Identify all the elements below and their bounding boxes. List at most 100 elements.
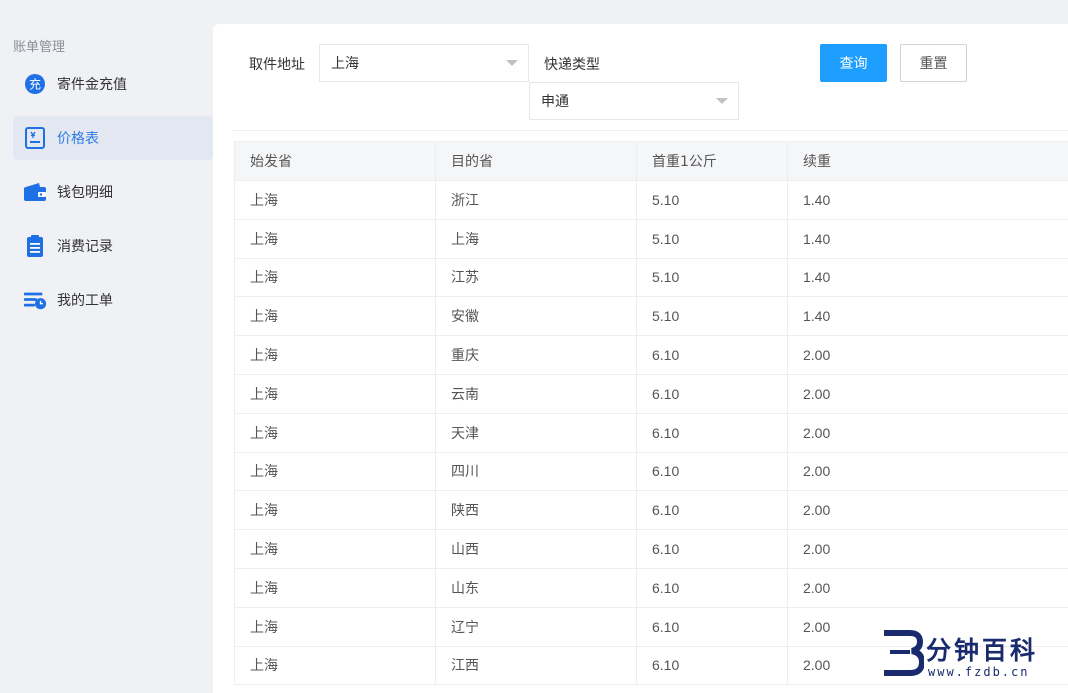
cell-additional-weight: 1.40 <box>787 180 1068 220</box>
sidebar-group-title: 账单管理 <box>13 40 66 55</box>
cell-first-weight: 6.10 <box>636 335 788 375</box>
work-order-icon <box>23 288 47 312</box>
table-header-row: 始发省 目的省 首重1公斤 续重 <box>234 141 1068 181</box>
cell-additional-weight: 2.00 <box>787 490 1068 531</box>
cell-destination: 浙江 <box>435 180 637 220</box>
sidebar-item-label: 钱包明细 <box>57 185 113 201</box>
pickup-address-label: 取件地址 <box>249 57 305 73</box>
pickup-address-value: 上海 <box>331 56 359 72</box>
cell-destination: 辽宁 <box>435 606 637 647</box>
express-type-label: 快递类型 <box>544 57 600 73</box>
sidebar-item-label: 寄件金充值 <box>57 77 127 93</box>
reset-button[interactable]: 重置 <box>900 44 967 82</box>
wallet-icon <box>23 180 47 204</box>
cell-first-weight: 6.10 <box>636 529 788 569</box>
main-panel: 取件地址 上海 快递类型 申通 查询 重置 始发省 目的省 首重1公斤 续重 上… <box>213 24 1068 693</box>
svg-text:充: 充 <box>29 77 41 92</box>
cell-additional-weight: 1.40 <box>787 257 1068 298</box>
cell-origin: 上海 <box>234 451 436 492</box>
watermark-logo-icon <box>880 629 926 681</box>
price-table: 始发省 目的省 首重1公斤 续重 上海 浙江 5.10 1.40 上海 上海 5.10 1.… <box>234 141 1068 686</box>
cell-destination: 陕西 <box>435 490 637 531</box>
watermark-url: www.fzdb.cn <box>928 665 1030 679</box>
table-row: 上海 四川 6.10 2.00 <box>234 451 1068 492</box>
cell-destination: 山东 <box>435 567 637 608</box>
cell-additional-weight: 2.00 <box>787 412 1068 453</box>
cell-additional-weight: 2.00 <box>787 529 1068 569</box>
cell-origin: 上海 <box>234 335 436 375</box>
cell-first-weight: 6.10 <box>636 490 788 531</box>
cell-first-weight: 6.10 <box>636 567 788 608</box>
cell-first-weight: 6.10 <box>636 606 788 647</box>
sidebar-item-label: 价格表 <box>57 131 99 147</box>
record-icon <box>23 234 47 258</box>
cell-origin: 上海 <box>234 180 436 220</box>
table-row: 上海 陕西 6.10 2.00 <box>234 490 1068 531</box>
sidebar-item-label: 我的工单 <box>57 293 113 309</box>
cell-origin: 上海 <box>234 257 436 298</box>
divider <box>233 130 1068 131</box>
cell-first-weight: 5.10 <box>636 257 788 298</box>
cell-destination: 云南 <box>435 373 637 414</box>
cell-additional-weight: 2.00 <box>787 451 1068 492</box>
table-row: 上海 江苏 5.10 1.40 <box>234 257 1068 298</box>
watermark: 分钟百科 www.fzdb.cn <box>868 623 1068 693</box>
pickup-address-select[interactable]: 上海 <box>319 44 529 82</box>
column-header-destination: 目的省 <box>435 141 637 181</box>
express-type-select[interactable]: 申通 <box>529 82 739 120</box>
cell-additional-weight: 2.00 <box>787 335 1068 375</box>
column-header-additional-weight: 续重 <box>787 141 1068 181</box>
cell-first-weight: 6.10 <box>636 373 788 414</box>
cell-destination: 江苏 <box>435 257 637 298</box>
table-row: 上海 安徽 5.10 1.40 <box>234 296 1068 337</box>
chevron-down-icon <box>716 98 728 104</box>
table-row: 上海 云南 6.10 2.00 <box>234 373 1068 414</box>
cell-first-weight: 5.10 <box>636 296 788 337</box>
cell-first-weight: 6.10 <box>636 412 788 453</box>
table-row: 上海 浙江 5.10 1.40 <box>234 180 1068 220</box>
cell-additional-weight: 2.00 <box>787 373 1068 414</box>
cell-destination: 山西 <box>435 529 637 569</box>
sidebar-item-records[interactable]: 消费记录 <box>13 224 213 268</box>
cell-destination: 安徽 <box>435 296 637 337</box>
sidebar-item-recharge[interactable]: 充 寄件金充值 <box>13 62 213 106</box>
cell-destination: 天津 <box>435 412 637 453</box>
cell-origin: 上海 <box>234 567 436 608</box>
cell-additional-weight: 2.00 <box>787 567 1068 608</box>
cell-destination: 上海 <box>435 218 637 259</box>
cell-additional-weight: 1.40 <box>787 218 1068 259</box>
sidebar-item-price-list[interactable]: 价格表 <box>13 116 213 160</box>
cell-destination: 重庆 <box>435 335 637 375</box>
cell-origin: 上海 <box>234 412 436 453</box>
table-row: 上海 天津 6.10 2.00 <box>234 412 1068 453</box>
express-type-value: 申通 <box>541 94 569 110</box>
table-row: 上海 山西 6.10 2.00 <box>234 529 1068 569</box>
price-list-icon <box>23 126 47 150</box>
cell-origin: 上海 <box>234 296 436 337</box>
cell-additional-weight: 1.40 <box>787 296 1068 337</box>
sidebar-item-wallet[interactable]: 钱包明细 <box>13 170 213 214</box>
cell-origin: 上海 <box>234 373 436 414</box>
cell-first-weight: 6.10 <box>636 451 788 492</box>
cell-first-weight: 6.10 <box>636 645 788 686</box>
cell-origin: 上海 <box>234 490 436 531</box>
cell-first-weight: 5.10 <box>636 180 788 220</box>
table-row: 上海 山东 6.10 2.00 <box>234 567 1068 608</box>
cell-first-weight: 5.10 <box>636 218 788 259</box>
cell-destination: 江西 <box>435 645 637 686</box>
cell-destination: 四川 <box>435 451 637 492</box>
watermark-title: 分钟百科 <box>926 636 1039 665</box>
cell-origin: 上海 <box>234 218 436 259</box>
cell-origin: 上海 <box>234 529 436 569</box>
cell-origin: 上海 <box>234 645 436 686</box>
recharge-icon: 充 <box>23 72 47 96</box>
table-row: 上海 上海 5.10 1.40 <box>234 218 1068 259</box>
sidebar-item-work-orders[interactable]: 我的工单 <box>13 278 213 322</box>
column-header-first-weight: 首重1公斤 <box>636 141 788 181</box>
sidebar: 账单管理 充 寄件金充值 价格表 钱包明细 消费记录 我的工单 <box>0 24 213 693</box>
query-button[interactable]: 查询 <box>820 44 887 82</box>
table-row: 上海 重庆 6.10 2.00 <box>234 335 1068 375</box>
sidebar-item-label: 消费记录 <box>57 239 113 255</box>
column-header-origin: 始发省 <box>234 141 436 181</box>
chevron-down-icon <box>506 60 518 66</box>
